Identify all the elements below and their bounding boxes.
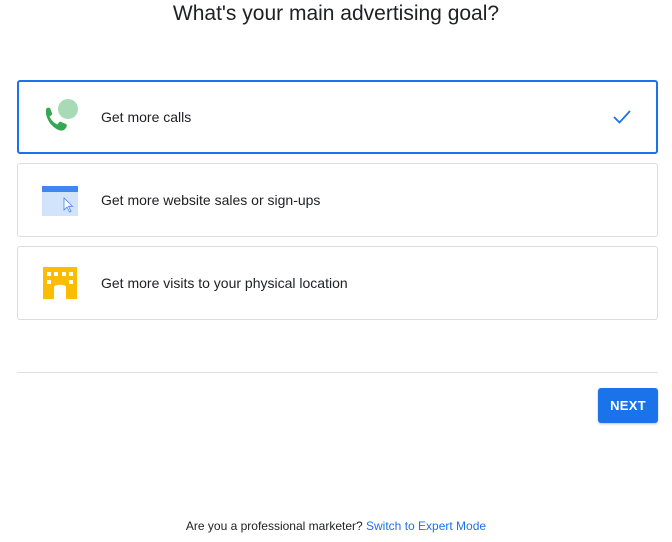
footer-question: Are you a professional marketer?	[185, 519, 367, 533]
store-icon	[40, 264, 80, 304]
website-icon	[40, 181, 80, 221]
footer: Are you a professional marketer? Switch …	[0, 519, 672, 533]
divider	[17, 372, 658, 373]
option-physical-location[interactable]: Get more visits to your physical locatio…	[17, 246, 658, 320]
checkmark-icon	[612, 107, 632, 127]
option-label: Get more website sales or sign-ups	[101, 192, 321, 208]
option-label: Get more calls	[101, 109, 192, 125]
page-title: What's your main advertising goal?	[172, 2, 500, 25]
phone-icon	[40, 98, 80, 138]
option-get-more-calls[interactable]: Get more calls	[17, 80, 658, 154]
option-website-sales[interactable]: Get more website sales or sign-ups	[17, 163, 658, 237]
next-button[interactable]: NEXT	[598, 388, 658, 423]
switch-to-expert-mode-link[interactable]: Switch to Expert Mode	[366, 519, 486, 533]
option-label: Get more visits to your physical locatio…	[101, 275, 348, 291]
goal-options-list: Get more calls Get more website sales or…	[17, 80, 658, 329]
